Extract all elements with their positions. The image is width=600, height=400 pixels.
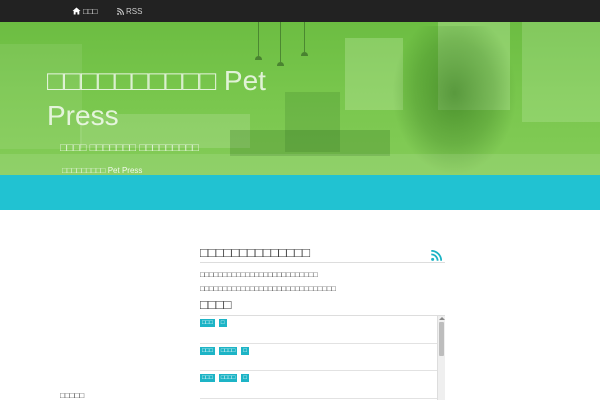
post-list: □□□ □ □□□ □□□□ □ □□□ □□□□ □ — [200, 315, 445, 400]
list-item[interactable]: □□□ □□□□ □ — [200, 371, 437, 399]
tag-badge[interactable]: □ — [241, 374, 249, 382]
rss-icon — [117, 7, 124, 15]
tag-badge[interactable]: □□□ — [200, 374, 215, 382]
scrollbar-thumb[interactable] — [439, 322, 444, 356]
description-line: □□□□□□□□□□□□□□□□□□□□□□□□□□ — [200, 270, 318, 279]
page-description: □□□□□□□□□□□□□□□□□□□□□□□□□□ □□□□□□□□□□□□□… — [200, 268, 336, 296]
top-nav-bar: □□□ RSS — [0, 0, 600, 22]
nav-item-rss[interactable]: RSS — [117, 0, 142, 22]
tag-list: □□□ □ — [200, 319, 437, 327]
page-title: □□□□□□□□□□□□□□ — [200, 245, 310, 260]
scroll-up-arrow-icon[interactable] — [439, 317, 445, 320]
nav-item-label: □□□ — [83, 6, 98, 16]
photo-tables — [230, 130, 390, 156]
hero-banner: □□□□□□□□□□ Pet Press □□□□ □□□□□□□ □□□□□□… — [0, 22, 600, 175]
nav-item-home[interactable]: □□□ — [72, 0, 98, 22]
tag-badge[interactable]: □□□□ — [218, 374, 238, 382]
breadcrumb[interactable]: □□□□□□□□□ Pet Press — [62, 166, 142, 175]
site-title[interactable]: □□□□□□□□□□ Pet Press — [47, 63, 287, 133]
tag-badge[interactable]: □□□□ — [218, 346, 238, 355]
photo-pendant-lamp — [255, 22, 262, 60]
home-icon — [72, 7, 81, 15]
list-scrollbar[interactable] — [437, 316, 445, 400]
sidebar-heading: □□□□□ — [60, 391, 85, 400]
accent-band — [0, 175, 600, 210]
tag-badge[interactable]: □□□ — [200, 346, 215, 355]
tag-badge[interactable]: □□□ — [200, 319, 215, 327]
photo-pendant-lamp — [301, 22, 308, 56]
list-item[interactable]: □□□ □□□□ □ — [200, 344, 437, 371]
description-line: □□□□□□□□□□□□□□□□□□□□□□□□□□□□□□ — [200, 284, 336, 293]
tag-badge[interactable]: □ — [241, 346, 249, 355]
tag-list: □□□ □□□□ □ — [200, 346, 437, 355]
photo-plant — [392, 26, 517, 175]
site-tagline: □□□□ □□□□□□□ □□□□□□□□□ — [60, 142, 199, 154]
heading-divider — [200, 262, 445, 263]
nav-item-label: RSS — [126, 6, 143, 16]
rss-feed-icon[interactable] — [431, 248, 443, 261]
tag-list: □□□ □□□□ □ — [200, 374, 437, 382]
photo-window — [522, 22, 600, 122]
list-heading: □□□□ — [200, 297, 232, 312]
photo-pendant-lamp — [277, 22, 284, 66]
list-item[interactable]: □□□ □ — [200, 316, 437, 344]
tag-badge[interactable]: □ — [218, 319, 227, 327]
